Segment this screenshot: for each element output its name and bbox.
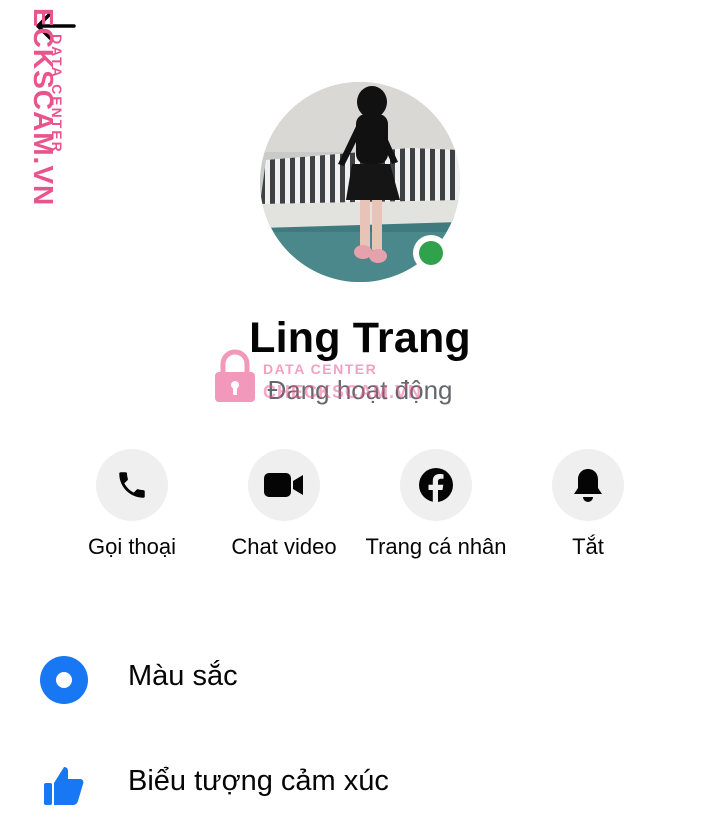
profile-page-button[interactable]: Trang cá nhân <box>361 449 511 563</box>
menu-item-emoji[interactable]: Biểu tượng cảm xúc <box>0 745 720 825</box>
phone-icon <box>119 472 145 498</box>
call-label: Gọi thoại <box>87 534 177 559</box>
video-chat-label: Chat video <box>231 534 337 559</box>
online-status-indicator <box>413 235 449 271</box>
menu-item-theme-color-label: Màu sắc <box>128 660 238 692</box>
bell-icon <box>574 469 602 502</box>
active-status: Đang hoạt động <box>267 375 453 405</box>
watermark-vertical-sub: DATA CENTER <box>49 34 65 154</box>
mute-label: Tắt <box>572 534 604 559</box>
profile-name: Ling Trang <box>249 314 471 362</box>
color-circle-icon <box>40 656 88 704</box>
menu-item-emoji-label: Biểu tượng cảm xúc <box>128 765 389 797</box>
profile-page-label: Trang cá nhân <box>365 534 507 559</box>
action-buttons: Gọi thoại Chat video Trang cá nhân Tắt <box>0 449 720 599</box>
thumbs-up-icon <box>40 761 88 809</box>
mute-button[interactable]: Tắt <box>513 449 663 563</box>
watermark-vertical: ECKSCAM.VN DATA CENTER <box>4 4 68 206</box>
facebook-icon <box>419 468 453 503</box>
video-camera-icon <box>264 473 303 497</box>
menu-item-theme-color[interactable]: Màu sắc <box>0 640 720 720</box>
call-button[interactable]: Gọi thoại <box>57 449 207 563</box>
video-chat-button[interactable]: Chat video <box>209 449 359 563</box>
